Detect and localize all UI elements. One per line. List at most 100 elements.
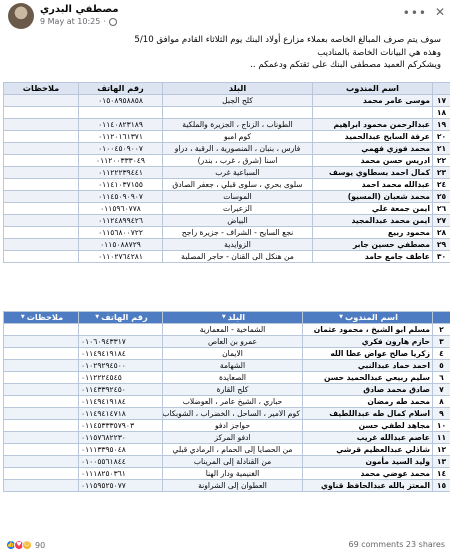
town-cell: كلح الجبل	[162, 94, 313, 107]
column-header-name-label: اسم المندوب	[344, 312, 398, 323]
notes-cell	[3, 383, 79, 396]
delegate-name-cell: محمد فوزي فهمي	[312, 142, 433, 155]
delegate-name-cell: وليد السيد مأمون	[302, 455, 433, 468]
town-cell	[162, 106, 313, 119]
table-row: ١٣ وليد السيد مأمون من القنادلة إلى المرين…	[3, 455, 450, 468]
table-row: ١٥ المعتز بالله عبدالحافظ قناوي العطوان إل…	[3, 479, 450, 492]
table-body: ٢ مسلم ابو الشيخ ، محمود عثمان الشماخية - …	[3, 323, 450, 492]
table-row: ١٨	[3, 106, 450, 119]
more-options-icon[interactable]: •••	[403, 6, 427, 20]
table-row: ١٠ مجاهد لطفي حسن حواجز ادفو ٠١١٤٥٣٣٣٥٧٩٠٣	[3, 419, 450, 432]
notes-cell	[3, 359, 79, 372]
filter-dropdown-icon[interactable]: ▼	[95, 314, 99, 320]
notes-cell	[3, 238, 79, 251]
close-icon[interactable]: ✕	[435, 5, 445, 19]
delegate-name-cell: شاذلي عبدالعظيم قرشي	[302, 443, 433, 456]
town-cell: البياض	[162, 214, 313, 227]
notes-cell	[3, 154, 79, 167]
post-text-line: وهذه هي البيانات الخاصة بالمناديب	[317, 47, 441, 58]
row-number-cell: ٢٠	[432, 130, 450, 143]
phone-cell: ٠١٠٠٤٥٠٩٠٠٧	[78, 142, 163, 155]
delegates-table-2: اسم المندوب▼ البلد▼ رقم الهاتف▼ ملاحظات▼…	[3, 311, 450, 492]
phone-cell: ٠١١٠٢٧٦٤٢٨١	[78, 250, 163, 263]
notes-cell	[3, 323, 79, 336]
notes-cell	[3, 467, 79, 480]
avatar[interactable]	[8, 3, 34, 29]
row-number-cell: ٢٧	[432, 214, 450, 227]
table-row: ٥ احمد حماد عبدالنبي الشهامة ٠١٠٢٩٢٩٤٥٠٠	[3, 359, 450, 372]
column-header-notes-label: ملاحظات	[26, 312, 64, 323]
phone-cell: ٠١١٥٩٥٢٥٠٧٧	[78, 479, 163, 492]
table-row: ٢٧ ايمن محمد عبدالمجيد البياض ٠١١٢٤٨٩٩٤٢٦	[3, 214, 450, 227]
post-timestamp[interactable]: 9 May at 10:25	[40, 17, 100, 26]
phone-cell: ٠١١٥٦٨٠٠٧٢٢	[78, 226, 163, 239]
column-header-phone: رقم الهاتف▼	[78, 311, 163, 324]
phone-cell: ٠١١٥٩٦٠٧٧٨	[78, 202, 163, 215]
table-row: ١٤ محمد عوضي محمد الغنيمية ودار الهنا ٠١١١٨…	[3, 467, 450, 480]
notes-cell	[3, 106, 79, 119]
row-number-cell: ١٧	[432, 94, 450, 107]
town-cell: الايمان	[162, 347, 303, 360]
delegate-name-cell: عبدالله محمد احمد	[312, 178, 433, 191]
table-row: ٢٨ محمود ربيع نجع السايح - الشراف - جزيرة …	[3, 226, 450, 239]
row-number-cell: ٨	[432, 395, 450, 408]
delegate-name-cell: موسى عامر محمد	[312, 94, 433, 107]
notes-cell	[3, 443, 79, 456]
table-row: ٢٦ ايمن جمعة علي الزعيرات ٠١١٥٩٦٠٧٧٨	[3, 202, 450, 215]
notes-cell	[3, 479, 79, 492]
town-cell: حباري ، الشيخ عامر ، العوضلاب	[162, 395, 303, 408]
phone-cell: ٠١١٢٠١٦١٣٧١	[78, 130, 163, 143]
reactions-summary[interactable]: 👍 ♥ ☺ 90	[6, 540, 45, 550]
row-number-cell: ٢٥	[432, 190, 450, 203]
column-header-town: البلد▼	[162, 311, 303, 324]
notes-cell	[3, 94, 79, 107]
delegate-name-cell: ايمن محمد عبدالمجيد	[312, 214, 433, 227]
phone-cell: ٠١١٥٧٦٨٢٢٣٠	[78, 431, 163, 444]
notes-cell	[3, 395, 79, 408]
row-number-header	[432, 82, 450, 95]
table-header-row: اسم المندوب▼ البلد▼ رقم الهاتف▼ ملاحظات▼	[3, 311, 450, 324]
filter-dropdown-icon[interactable]: ▼	[339, 314, 343, 320]
author-name[interactable]: مصطفي البدري	[40, 4, 119, 15]
phone-cell	[78, 106, 163, 119]
filter-dropdown-icon[interactable]: ▼	[222, 314, 226, 320]
delegates-table-image-2[interactable]: اسم المندوب▼ البلد▼ رقم الهاتف▼ ملاحظات▼…	[3, 311, 450, 539]
row-number-cell: ٢١	[432, 142, 450, 155]
notes-cell	[3, 178, 79, 191]
notes-cell	[3, 226, 79, 239]
delegate-name-cell: محمود ربيع	[312, 226, 433, 239]
delegate-name-cell: اسلام كمال طه عبداللطيف	[302, 407, 433, 420]
table-row: ٦ سليم ربيعي عبدالحميد حسن الصعايدة ٠١١٢٢٢٤…	[3, 371, 450, 384]
delegate-name-cell	[312, 106, 433, 119]
row-number-cell: ١٣	[432, 455, 450, 468]
filter-dropdown-icon[interactable]: ▼	[21, 314, 25, 320]
delegate-name-cell: عاطف جامع حامد	[312, 250, 433, 263]
notes-cell	[3, 190, 79, 203]
row-number-cell: ١١	[432, 431, 450, 444]
delegate-name-cell: عرفة السايح عبدالحميد	[312, 130, 433, 143]
delegate-name-cell: حازم هارون فكري	[302, 335, 433, 348]
row-number-header	[432, 311, 450, 324]
row-number-cell: ٢٨	[432, 226, 450, 239]
column-header-name: اسم المندوب▼	[302, 311, 433, 324]
delegates-table-image-1[interactable]: اسم المندوب البلد رقم الهاتف ملاحظات ١٧ م…	[3, 82, 450, 310]
table-row: ٤ زكريا صالح عواض عطا الله الايمان ٠١١٤٩٤١٩…	[3, 347, 450, 360]
row-number-cell: ٢	[432, 323, 450, 336]
post-footer: 👍 ♥ ☺ 90 69 comments 23 shares	[0, 540, 453, 551]
phone-cell: ٠١٠٦٠٩٤٣٣١٧	[78, 335, 163, 348]
table-row: ١٢ شاذلي عبدالعظيم قرشي من الحصايا إلى الح…	[3, 443, 450, 456]
notes-cell	[3, 455, 79, 468]
town-cell: فارس ، بنبان ، المنصورية ، الرقبة ، دراو	[162, 142, 313, 155]
town-cell: الغنيمية ودار الهنا	[162, 467, 303, 480]
table-row: ٢٩ مصطفي حسين جابر الزوايدية ٠١١٥٠٨٨٧٢٩	[3, 238, 450, 251]
notes-cell	[3, 214, 79, 227]
phone-cell: ٠١١١٨٢٥٠٣٦١	[78, 467, 163, 480]
notes-cell	[3, 118, 79, 131]
town-cell: الصعايدة	[162, 371, 303, 384]
town-cell: كلح القارة	[162, 383, 303, 396]
row-number-cell: ٢٦	[432, 202, 450, 215]
comments-shares-count[interactable]: 69 comments 23 shares	[348, 540, 445, 549]
town-cell: الزوايدية	[162, 238, 313, 251]
phone-cell: ٠١١٤٥٠٩٠٩٠٧	[78, 190, 163, 203]
table-row: ١١ عاصم عبدالله غريب ادفو المركز ٠١١٥٧٦٨٢٢٣…	[3, 431, 450, 444]
